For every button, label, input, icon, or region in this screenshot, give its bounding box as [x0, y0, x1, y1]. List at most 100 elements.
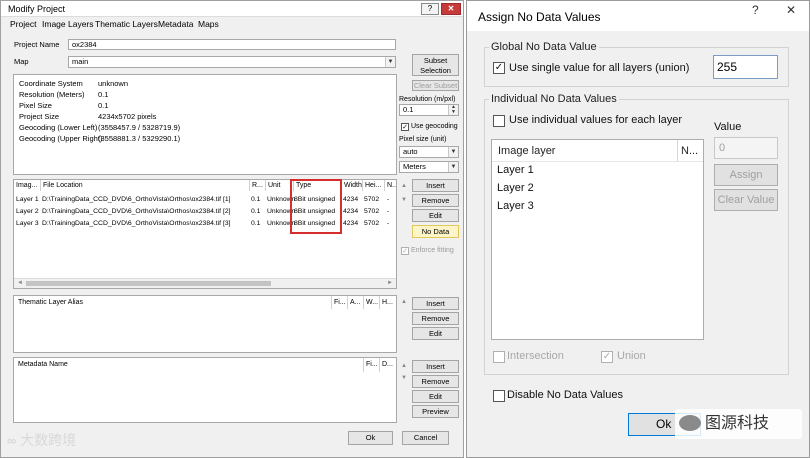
menu-maps[interactable]: Maps: [198, 18, 219, 31]
use-individual-values-checkbox[interactable]: [493, 115, 505, 127]
menu-project[interactable]: Project: [10, 18, 36, 31]
list-item[interactable]: Layer 1: [497, 164, 534, 177]
menu-metadata[interactable]: Metadata: [158, 18, 193, 31]
pixel-size-select[interactable]: auto ▼: [399, 146, 459, 158]
cancel-button[interactable]: Cancel: [402, 431, 449, 445]
resolution-input[interactable]: 0.1 ▲ ▼: [399, 104, 459, 116]
column-header[interactable]: Fi...: [364, 358, 380, 372]
subset-selection-button[interactable]: Subset Selection: [412, 54, 459, 76]
column-header[interactable]: File Location: [41, 180, 250, 191]
insert-thematic-button[interactable]: Insert: [412, 297, 459, 310]
enforce-fitting-label: Enforce fitting: [411, 247, 454, 254]
column-header[interactable]: Fi...: [332, 296, 348, 309]
clear-value-button[interactable]: Clear Value: [714, 189, 778, 211]
column-header-no-data[interactable]: N...: [678, 140, 703, 162]
use-individual-values-label: Use individual values for each layer: [509, 114, 683, 126]
check-icon: ✓: [494, 62, 504, 73]
column-header[interactable]: H...: [380, 296, 396, 309]
value-input[interactable]: 0: [714, 137, 778, 159]
watermark-logo: ∞ 大数跨境: [7, 432, 76, 449]
info-value: 4234x5702 pixels: [98, 112, 157, 121]
window-title: Modify Project: [1, 1, 463, 17]
global-value-input[interactable]: 255: [713, 55, 778, 79]
union-checkbox[interactable]: ✓: [601, 351, 613, 363]
move-up-icon[interactable]: ▲: [400, 183, 408, 189]
help-button[interactable]: ?: [752, 3, 766, 17]
remove-thematic-button[interactable]: Remove: [412, 312, 459, 325]
remove-layer-button[interactable]: Remove: [412, 194, 459, 207]
insert-metadata-button[interactable]: Insert: [412, 360, 459, 373]
chevron-down-icon: ▼: [448, 162, 458, 172]
column-header[interactable]: Metadata Name: [14, 358, 364, 372]
column-header[interactable]: Width: [342, 180, 363, 191]
scroll-right-icon[interactable]: ►: [386, 280, 394, 286]
unit-select[interactable]: Meters ▼: [399, 161, 459, 173]
insert-layer-button[interactable]: Insert: [412, 179, 459, 192]
table-cell: Layer 1: [16, 196, 39, 203]
clear-subset-button[interactable]: Clear Subset: [412, 80, 459, 91]
assign-button[interactable]: Assign: [714, 164, 778, 186]
stepper-icon: ▲ ▼: [448, 105, 458, 115]
chevron-down-icon: ▼: [448, 147, 458, 157]
watermark-icon: ∞: [7, 433, 17, 448]
move-down-icon[interactable]: ▼: [400, 197, 408, 203]
column-header[interactable]: D...: [380, 358, 396, 372]
move-down-icon[interactable]: ▼: [400, 375, 408, 381]
remove-metadata-button[interactable]: Remove: [412, 375, 459, 388]
column-header[interactable]: Imag...: [14, 180, 41, 191]
list-item[interactable]: Layer 3: [497, 200, 534, 213]
move-up-icon[interactable]: ▲: [400, 363, 408, 369]
table-cell: Layer 3: [16, 220, 39, 227]
menu-image-layers[interactable]: Image Layers: [42, 18, 94, 31]
table-cell: D:\TrainingData_CCD_DVD\6_OrthoVista\Ort…: [42, 196, 231, 203]
help-button[interactable]: ?: [421, 3, 439, 15]
watermark-text: 图源科技: [705, 415, 770, 432]
chevron-down-icon: ▼: [385, 57, 395, 67]
use-geocoding-checkbox[interactable]: ✓: [401, 123, 409, 131]
assign-no-data-dialog: Assign No Data Values ? ✕ Global No Data…: [466, 0, 810, 458]
unit-value: Meters: [403, 162, 426, 171]
menu-bar: Project Image Layers Thematic Layers Met…: [1, 18, 463, 31]
edit-thematic-button[interactable]: Edit: [412, 327, 459, 340]
no-data-button[interactable]: No Data: [412, 225, 459, 238]
table-cell: 4234: [343, 196, 359, 203]
ok-button[interactable]: Ok: [348, 431, 393, 445]
help-icon: ?: [752, 3, 759, 17]
project-name-input[interactable]: ox2384: [68, 39, 396, 50]
enforce-fitting-checkbox[interactable]: ✓: [401, 247, 409, 255]
scroll-left-icon[interactable]: ◄: [16, 280, 24, 286]
close-button[interactable]: ✕: [786, 3, 800, 17]
info-label: Geocoding (Lower Left): [19, 123, 98, 132]
menu-thematic-layers[interactable]: Thematic Layers: [95, 18, 158, 31]
column-header[interactable]: Hei...: [363, 180, 385, 191]
map-select[interactable]: main ▼: [68, 56, 396, 68]
info-label: Coordinate System: [19, 79, 83, 88]
table-cell: 0.1: [251, 220, 261, 227]
column-header[interactable]: Thematic Layer Alias: [14, 296, 332, 309]
individual-group-title: Individual No Data Values: [489, 93, 619, 106]
column-header[interactable]: N...: [385, 180, 396, 191]
scrollbar-thumb[interactable]: [26, 281, 271, 286]
column-header[interactable]: W...: [364, 296, 380, 309]
use-single-value-checkbox[interactable]: ✓: [493, 62, 505, 74]
edit-layer-button[interactable]: Edit: [412, 209, 459, 222]
watermark-logo: 图源科技: [675, 409, 802, 439]
disable-no-data-checkbox[interactable]: [493, 390, 505, 402]
column-header-image-layer[interactable]: Image layer: [492, 140, 678, 162]
table-cell: 5702: [364, 196, 380, 203]
horizontal-scrollbar[interactable]: ◄ ►: [14, 278, 396, 288]
thematic-layers-table: Thematic Layer Alias Fi... A... W... H..…: [13, 295, 397, 353]
column-header[interactable]: R...: [250, 180, 266, 191]
table-cell: D:\TrainingData_CCD_DVD\6_OrthoVista\Ort…: [42, 208, 231, 215]
use-geocoding-label: Use geocoding: [411, 123, 458, 130]
column-header[interactable]: A...: [348, 296, 364, 309]
close-button[interactable]: ✕: [441, 3, 461, 15]
move-up-icon[interactable]: ▲: [400, 299, 408, 305]
info-value: 0.1: [98, 101, 109, 110]
wechat-icon: [679, 415, 701, 431]
check-icon: ✓: [602, 351, 612, 362]
edit-metadata-button[interactable]: Edit: [412, 390, 459, 403]
list-item[interactable]: Layer 2: [497, 182, 534, 195]
preview-metadata-button[interactable]: Preview: [412, 405, 459, 418]
intersection-checkbox[interactable]: [493, 351, 505, 363]
